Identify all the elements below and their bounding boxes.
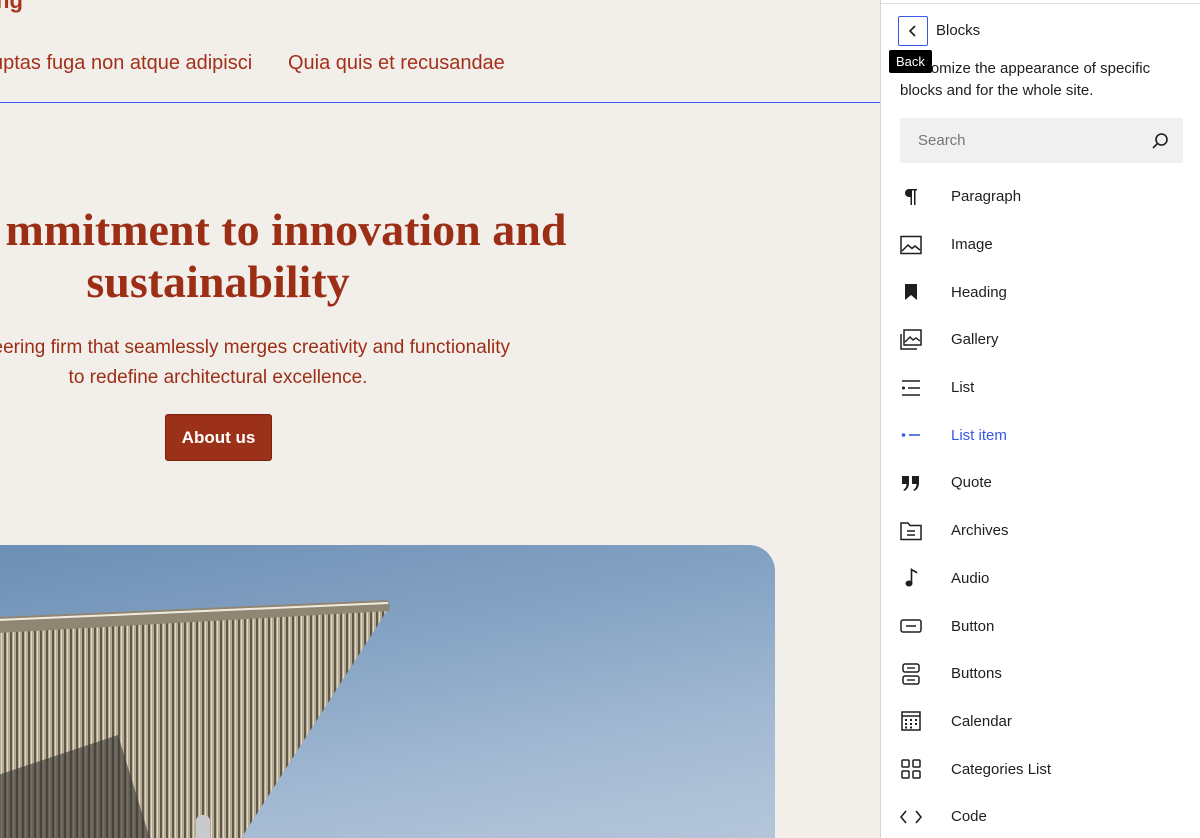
- block-item-calendar[interactable]: Calendar: [881, 698, 1200, 746]
- list-icon: [899, 376, 923, 400]
- block-label: Heading: [951, 283, 1007, 301]
- block-item-button[interactable]: Button: [881, 602, 1200, 650]
- hero-image[interactable]: [0, 545, 775, 838]
- heading-icon: [899, 280, 923, 304]
- buttons-icon: [899, 662, 923, 686]
- block-label: Audio: [951, 569, 990, 587]
- back-button[interactable]: [898, 16, 928, 46]
- block-item-buttons[interactable]: Buttons: [881, 650, 1200, 698]
- sidebar-divider: [881, 0, 1200, 4]
- block-label: Buttons: [951, 665, 1002, 683]
- quote-icon: [899, 471, 923, 495]
- block-item-categories-list[interactable]: Categories List: [881, 745, 1200, 793]
- block-item-gallery[interactable]: Gallery: [881, 316, 1200, 364]
- building-canopy-graphic: [0, 600, 390, 838]
- list-item-icon: [899, 423, 923, 447]
- global-styles-sidebar: Blocks Back Customize the appearance of …: [880, 0, 1200, 838]
- hero-heading[interactable]: Our commitment to innovation and sustain…: [0, 204, 700, 308]
- archives-icon: [899, 519, 923, 543]
- block-label: Archives: [951, 522, 1009, 540]
- hero-paragraph[interactable]: s a pioneering firm that seamlessly merg…: [0, 333, 510, 393]
- code-icon: [899, 805, 923, 829]
- site-title[interactable]: ng: [0, 0, 23, 14]
- navigation: uptas fuga non atque adipisci Quia quis …: [0, 52, 880, 80]
- editor-canvas[interactable]: ng uptas fuga non atque adipisci Quia qu…: [0, 0, 880, 838]
- nav-link-2[interactable]: Quia quis et recusandae: [288, 52, 505, 75]
- block-item-list-item[interactable]: List item: [881, 411, 1200, 459]
- search-input[interactable]: [900, 118, 1140, 163]
- block-label: Gallery: [951, 331, 999, 349]
- back-tooltip: Back: [889, 50, 932, 73]
- block-label: Button: [951, 617, 995, 635]
- block-item-audio[interactable]: Audio: [881, 555, 1200, 603]
- hero-heading-text: mmitment to innovation and sustainabilit…: [5, 204, 567, 307]
- categories-list-icon: [899, 757, 923, 781]
- block-selection-outline: [0, 102, 880, 103]
- search-icon[interactable]: [1149, 130, 1171, 152]
- panel-title: Blocks: [936, 22, 981, 39]
- gallery-icon: [899, 328, 923, 352]
- block-item-heading[interactable]: Heading: [881, 268, 1200, 316]
- block-item-list[interactable]: List: [881, 364, 1200, 412]
- calendar-icon: [899, 709, 923, 733]
- block-label: Paragraph: [951, 188, 1022, 206]
- about-us-button[interactable]: About us: [165, 414, 272, 461]
- block-label: List item: [951, 426, 1007, 444]
- block-search[interactable]: [900, 118, 1183, 163]
- audio-icon: [899, 566, 923, 590]
- block-label: List: [951, 379, 975, 397]
- block-item-image[interactable]: Image: [881, 221, 1200, 269]
- block-label: Quote: [951, 474, 992, 492]
- block-label: Image: [951, 236, 993, 254]
- block-label: Code: [951, 808, 987, 826]
- block-item-quote[interactable]: Quote: [881, 459, 1200, 507]
- block-label: Calendar: [951, 712, 1012, 730]
- nav-link-1[interactable]: uptas fuga non atque adipisci: [0, 52, 252, 75]
- panel-description: Customize the appearance of specific blo…: [900, 60, 1151, 99]
- block-item-archives[interactable]: Archives: [881, 507, 1200, 555]
- block-item-code[interactable]: Code: [881, 793, 1200, 838]
- button-icon: [899, 614, 923, 638]
- paragraph-icon: [899, 185, 923, 209]
- chevron-left-icon: [908, 25, 916, 37]
- image-icon: [899, 233, 923, 257]
- block-label: Categories List: [951, 760, 1052, 778]
- block-item-paragraph[interactable]: Paragraph: [881, 173, 1200, 221]
- block-list: Paragraph Image Heading Gallery List Lis…: [881, 173, 1200, 838]
